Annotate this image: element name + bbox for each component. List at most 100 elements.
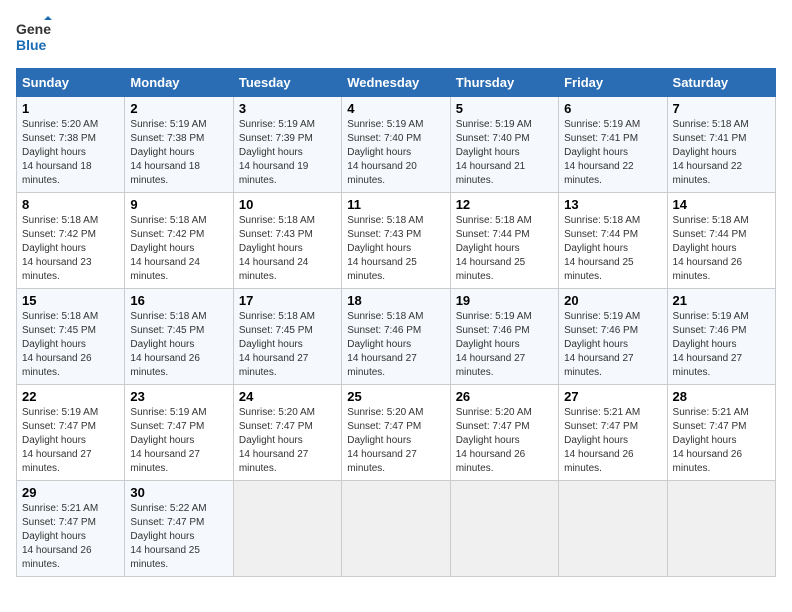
calendar-cell: 26 Sunrise: 5:20 AMSunset: 7:47 PMDaylig… bbox=[450, 385, 558, 481]
day-number: 27 bbox=[564, 389, 661, 404]
day-info: Sunrise: 5:18 AMSunset: 7:41 PMDaylight … bbox=[673, 119, 749, 186]
day-number: 21 bbox=[673, 293, 770, 308]
calendar-cell: 30 Sunrise: 5:22 AMSunset: 7:47 PMDaylig… bbox=[125, 481, 233, 577]
svg-text:Blue: Blue bbox=[16, 37, 47, 53]
day-info: Sunrise: 5:19 AMSunset: 7:47 PMDaylight … bbox=[130, 407, 206, 474]
day-number: 15 bbox=[22, 293, 119, 308]
day-info: Sunrise: 5:19 AMSunset: 7:46 PMDaylight … bbox=[673, 311, 749, 378]
calendar-week-4: 29 Sunrise: 5:21 AMSunset: 7:47 PMDaylig… bbox=[17, 481, 776, 577]
day-info: Sunrise: 5:20 AMSunset: 7:38 PMDaylight … bbox=[22, 119, 98, 186]
day-number: 4 bbox=[347, 101, 444, 116]
calendar-cell: 18 Sunrise: 5:18 AMSunset: 7:46 PMDaylig… bbox=[342, 289, 450, 385]
day-number: 3 bbox=[239, 101, 336, 116]
day-number: 5 bbox=[456, 101, 553, 116]
day-number: 2 bbox=[130, 101, 227, 116]
calendar-cell: 15 Sunrise: 5:18 AMSunset: 7:45 PMDaylig… bbox=[17, 289, 125, 385]
calendar-cell: 9 Sunrise: 5:18 AMSunset: 7:42 PMDayligh… bbox=[125, 193, 233, 289]
day-info: Sunrise: 5:18 AMSunset: 7:42 PMDaylight … bbox=[130, 215, 206, 282]
day-info: Sunrise: 5:18 AMSunset: 7:46 PMDaylight … bbox=[347, 311, 423, 378]
day-number: 24 bbox=[239, 389, 336, 404]
day-info: Sunrise: 5:19 AMSunset: 7:41 PMDaylight … bbox=[564, 119, 640, 186]
calendar-cell: 22 Sunrise: 5:19 AMSunset: 7:47 PMDaylig… bbox=[17, 385, 125, 481]
day-number: 11 bbox=[347, 197, 444, 212]
calendar-cell: 13 Sunrise: 5:18 AMSunset: 7:44 PMDaylig… bbox=[559, 193, 667, 289]
day-info: Sunrise: 5:19 AMSunset: 7:46 PMDaylight … bbox=[456, 311, 532, 378]
logo-svg: General Blue bbox=[16, 16, 52, 60]
weekday-header-friday: Friday bbox=[559, 69, 667, 97]
calendar-cell: 6 Sunrise: 5:19 AMSunset: 7:41 PMDayligh… bbox=[559, 97, 667, 193]
day-info: Sunrise: 5:22 AMSunset: 7:47 PMDaylight … bbox=[130, 503, 206, 570]
calendar-cell: 11 Sunrise: 5:18 AMSunset: 7:43 PMDaylig… bbox=[342, 193, 450, 289]
day-info: Sunrise: 5:20 AMSunset: 7:47 PMDaylight … bbox=[347, 407, 423, 474]
day-info: Sunrise: 5:21 AMSunset: 7:47 PMDaylight … bbox=[22, 503, 98, 570]
calendar-cell: 1 Sunrise: 5:20 AMSunset: 7:38 PMDayligh… bbox=[17, 97, 125, 193]
day-number: 26 bbox=[456, 389, 553, 404]
day-number: 12 bbox=[456, 197, 553, 212]
weekday-header-tuesday: Tuesday bbox=[233, 69, 341, 97]
day-number: 19 bbox=[456, 293, 553, 308]
calendar-cell: 25 Sunrise: 5:20 AMSunset: 7:47 PMDaylig… bbox=[342, 385, 450, 481]
day-number: 10 bbox=[239, 197, 336, 212]
day-number: 8 bbox=[22, 197, 119, 212]
calendar-week-0: 1 Sunrise: 5:20 AMSunset: 7:38 PMDayligh… bbox=[17, 97, 776, 193]
weekday-header-saturday: Saturday bbox=[667, 69, 775, 97]
calendar-cell: 19 Sunrise: 5:19 AMSunset: 7:46 PMDaylig… bbox=[450, 289, 558, 385]
day-number: 30 bbox=[130, 485, 227, 500]
day-number: 16 bbox=[130, 293, 227, 308]
day-info: Sunrise: 5:20 AMSunset: 7:47 PMDaylight … bbox=[456, 407, 532, 474]
calendar-cell: 20 Sunrise: 5:19 AMSunset: 7:46 PMDaylig… bbox=[559, 289, 667, 385]
calendar-cell: 2 Sunrise: 5:19 AMSunset: 7:38 PMDayligh… bbox=[125, 97, 233, 193]
day-info: Sunrise: 5:18 AMSunset: 7:43 PMDaylight … bbox=[239, 215, 315, 282]
calendar-cell: 7 Sunrise: 5:18 AMSunset: 7:41 PMDayligh… bbox=[667, 97, 775, 193]
calendar-table: SundayMondayTuesdayWednesdayThursdayFrid… bbox=[16, 68, 776, 577]
day-number: 29 bbox=[22, 485, 119, 500]
calendar-cell: 3 Sunrise: 5:19 AMSunset: 7:39 PMDayligh… bbox=[233, 97, 341, 193]
calendar-cell bbox=[667, 481, 775, 577]
weekday-header-monday: Monday bbox=[125, 69, 233, 97]
day-info: Sunrise: 5:18 AMSunset: 7:44 PMDaylight … bbox=[456, 215, 532, 282]
weekday-header-sunday: Sunday bbox=[17, 69, 125, 97]
day-number: 9 bbox=[130, 197, 227, 212]
day-number: 28 bbox=[673, 389, 770, 404]
calendar-cell: 8 Sunrise: 5:18 AMSunset: 7:42 PMDayligh… bbox=[17, 193, 125, 289]
day-info: Sunrise: 5:18 AMSunset: 7:45 PMDaylight … bbox=[130, 311, 206, 378]
calendar-cell: 12 Sunrise: 5:18 AMSunset: 7:44 PMDaylig… bbox=[450, 193, 558, 289]
day-info: Sunrise: 5:21 AMSunset: 7:47 PMDaylight … bbox=[564, 407, 640, 474]
calendar-cell: 27 Sunrise: 5:21 AMSunset: 7:47 PMDaylig… bbox=[559, 385, 667, 481]
day-info: Sunrise: 5:18 AMSunset: 7:44 PMDaylight … bbox=[564, 215, 640, 282]
day-number: 14 bbox=[673, 197, 770, 212]
day-number: 20 bbox=[564, 293, 661, 308]
day-info: Sunrise: 5:18 AMSunset: 7:43 PMDaylight … bbox=[347, 215, 423, 282]
day-info: Sunrise: 5:19 AMSunset: 7:47 PMDaylight … bbox=[22, 407, 98, 474]
day-info: Sunrise: 5:18 AMSunset: 7:45 PMDaylight … bbox=[22, 311, 98, 378]
calendar-cell bbox=[342, 481, 450, 577]
calendar-cell bbox=[450, 481, 558, 577]
calendar-cell: 28 Sunrise: 5:21 AMSunset: 7:47 PMDaylig… bbox=[667, 385, 775, 481]
day-number: 23 bbox=[130, 389, 227, 404]
weekday-header-wednesday: Wednesday bbox=[342, 69, 450, 97]
day-info: Sunrise: 5:19 AMSunset: 7:46 PMDaylight … bbox=[564, 311, 640, 378]
calendar-cell: 4 Sunrise: 5:19 AMSunset: 7:40 PMDayligh… bbox=[342, 97, 450, 193]
calendar-week-3: 22 Sunrise: 5:19 AMSunset: 7:47 PMDaylig… bbox=[17, 385, 776, 481]
calendar-cell: 21 Sunrise: 5:19 AMSunset: 7:46 PMDaylig… bbox=[667, 289, 775, 385]
day-info: Sunrise: 5:19 AMSunset: 7:38 PMDaylight … bbox=[130, 119, 206, 186]
day-info: Sunrise: 5:19 AMSunset: 7:40 PMDaylight … bbox=[347, 119, 423, 186]
page-header: General Blue bbox=[16, 16, 776, 60]
day-info: Sunrise: 5:19 AMSunset: 7:40 PMDaylight … bbox=[456, 119, 532, 186]
day-info: Sunrise: 5:18 AMSunset: 7:44 PMDaylight … bbox=[673, 215, 749, 282]
svg-text:General: General bbox=[16, 21, 52, 37]
calendar-cell bbox=[233, 481, 341, 577]
calendar-week-1: 8 Sunrise: 5:18 AMSunset: 7:42 PMDayligh… bbox=[17, 193, 776, 289]
calendar-cell: 14 Sunrise: 5:18 AMSunset: 7:44 PMDaylig… bbox=[667, 193, 775, 289]
calendar-week-2: 15 Sunrise: 5:18 AMSunset: 7:45 PMDaylig… bbox=[17, 289, 776, 385]
calendar-cell: 23 Sunrise: 5:19 AMSunset: 7:47 PMDaylig… bbox=[125, 385, 233, 481]
day-number: 17 bbox=[239, 293, 336, 308]
calendar-cell: 10 Sunrise: 5:18 AMSunset: 7:43 PMDaylig… bbox=[233, 193, 341, 289]
calendar-cell: 29 Sunrise: 5:21 AMSunset: 7:47 PMDaylig… bbox=[17, 481, 125, 577]
calendar-cell: 16 Sunrise: 5:18 AMSunset: 7:45 PMDaylig… bbox=[125, 289, 233, 385]
calendar-cell: 17 Sunrise: 5:18 AMSunset: 7:45 PMDaylig… bbox=[233, 289, 341, 385]
day-info: Sunrise: 5:21 AMSunset: 7:47 PMDaylight … bbox=[673, 407, 749, 474]
calendar-cell: 24 Sunrise: 5:20 AMSunset: 7:47 PMDaylig… bbox=[233, 385, 341, 481]
day-info: Sunrise: 5:19 AMSunset: 7:39 PMDaylight … bbox=[239, 119, 315, 186]
day-number: 18 bbox=[347, 293, 444, 308]
